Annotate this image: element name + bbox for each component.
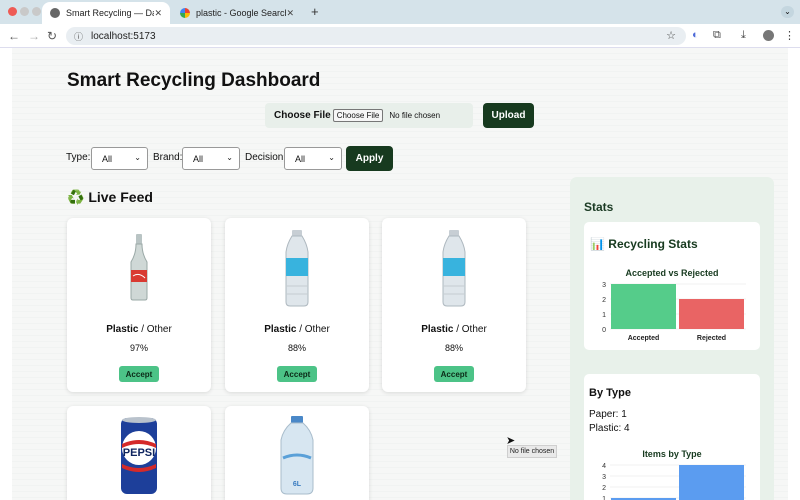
by-type-title: By Type bbox=[589, 387, 631, 399]
extensions-puzzle-icon[interactable]: ⧉ bbox=[713, 29, 721, 42]
decision-filter-value: All bbox=[295, 153, 306, 164]
window-minimize-control[interactable] bbox=[20, 7, 29, 16]
bookmark-star-icon[interactable]: ☆ bbox=[666, 29, 676, 42]
profile-avatar[interactable] bbox=[763, 30, 774, 41]
chevron-down-icon: ⌄ bbox=[134, 153, 141, 162]
upload-label: Choose File bbox=[274, 110, 331, 121]
pepsi-can-icon: PEPSI bbox=[121, 417, 157, 494]
accept-button[interactable]: Accept bbox=[277, 366, 317, 382]
card-brand: Other bbox=[304, 324, 330, 335]
y-tick-label: 2 bbox=[602, 485, 606, 492]
stats-title: Stats bbox=[584, 200, 614, 214]
live-feed-title: ♻️ Live Feed bbox=[67, 189, 153, 205]
forward-arrow-icon[interactable]: → bbox=[28, 29, 40, 43]
bottle-size-label: 6L bbox=[293, 481, 302, 488]
accept-button[interactable]: Accept bbox=[434, 366, 474, 382]
extension-icon[interactable]: ◐ bbox=[692, 29, 699, 41]
card-type: Plastic bbox=[421, 324, 454, 335]
accepted-vs-rejected-chart: Accepted vs Rejected 3 2 1 0 Accepted Rejected bbox=[602, 268, 746, 342]
brand-filter-select[interactable]: All ⌄ bbox=[182, 147, 240, 170]
chart-title: Accepted vs Rejected bbox=[625, 268, 718, 278]
tab-search-chevron-icon[interactable]: ⌄ bbox=[781, 6, 794, 18]
tab-google-search[interactable]: plastic - Google Search ✕ bbox=[172, 2, 302, 24]
type-filter-select[interactable]: All ⌄ bbox=[91, 147, 148, 170]
download-icon[interactable]: ⤓ bbox=[741, 29, 746, 42]
more-menu-icon[interactable]: ⋮ bbox=[784, 29, 795, 42]
file-upload-field: Choose File Choose File No file chosen bbox=[265, 103, 473, 128]
y-tick-label: 1 bbox=[602, 312, 606, 319]
page-right-gutter bbox=[788, 48, 800, 500]
apply-filters-button[interactable]: Apply bbox=[346, 146, 393, 171]
recycling-stats-title: 📊 Recycling Stats bbox=[590, 237, 698, 251]
feed-card: 6L bbox=[225, 406, 369, 500]
card-confidence: 88% bbox=[444, 343, 463, 353]
google-icon bbox=[180, 8, 190, 18]
close-tab-icon[interactable]: ✕ bbox=[154, 8, 162, 19]
feed-card: Plastic / Other 88% Accept bbox=[225, 218, 369, 392]
y-tick-label: 1 bbox=[602, 496, 606, 500]
page-title: Smart Recycling Dashboard bbox=[67, 70, 321, 91]
y-tick-label: 3 bbox=[602, 282, 606, 289]
decision-filter-select[interactable]: All ⌄ bbox=[284, 147, 342, 170]
brand-filter-value: All bbox=[193, 153, 204, 164]
water-bottle-icon bbox=[442, 230, 466, 307]
card-classification: Plastic / Other bbox=[264, 324, 330, 335]
glass-bottle-icon bbox=[130, 234, 148, 301]
type-filter-label: Type: bbox=[66, 152, 91, 163]
y-tick-label: 4 bbox=[602, 463, 606, 470]
chevron-down-icon: ⌄ bbox=[226, 153, 233, 162]
pepsi-label: PEPSI bbox=[123, 447, 155, 459]
globe-icon bbox=[50, 8, 60, 18]
card-type: Plastic bbox=[106, 324, 139, 335]
water-bottle-icon bbox=[285, 230, 309, 307]
card-classification: Plastic / Other bbox=[106, 324, 172, 335]
tab-smart-recycling[interactable]: Smart Recycling — Dashboard ✕ bbox=[42, 2, 170, 24]
card-type: Plastic bbox=[264, 324, 297, 335]
type-count-paper: Paper: 1 bbox=[589, 409, 627, 420]
site-info-icon[interactable]: ⓘ bbox=[74, 30, 83, 43]
feed-card: PEPSI bbox=[67, 406, 211, 500]
card-confidence: 97% bbox=[129, 343, 148, 353]
url-text: localhost:5173 bbox=[91, 30, 156, 42]
page-left-gutter bbox=[0, 48, 12, 500]
new-tab-button[interactable]: + bbox=[311, 4, 319, 19]
browser-toolbar: ← → ↻ ⓘ localhost:5173 ☆ ◐ ⧉ ⤓ ⋮ bbox=[0, 24, 800, 48]
chart-title: Items by Type bbox=[642, 449, 701, 459]
type-count-plastic: Plastic: 4 bbox=[589, 423, 630, 434]
file-input-tooltip: No file chosen bbox=[507, 445, 557, 458]
window-close-control[interactable] bbox=[8, 7, 17, 16]
card-brand: Other bbox=[146, 324, 172, 335]
reload-icon[interactable]: ↻ bbox=[47, 29, 57, 43]
accept-button[interactable]: Accept bbox=[119, 366, 159, 382]
choose-file-button[interactable]: Choose File bbox=[332, 109, 384, 122]
card-classification: Plastic / Other bbox=[421, 324, 487, 335]
y-tick-label: 2 bbox=[602, 297, 606, 304]
browser-tab-strip: Smart Recycling — Dashboard ✕ plastic - … bbox=[0, 0, 800, 24]
chart-bar-rejected bbox=[679, 299, 744, 329]
x-tick-label: Accepted bbox=[628, 335, 660, 342]
upload-button[interactable]: Upload bbox=[483, 103, 534, 128]
tab-title: plastic - Google Search bbox=[196, 8, 287, 18]
chart-bar-accepted bbox=[611, 284, 676, 329]
type-filter-value: All bbox=[102, 153, 113, 164]
decision-filter-label: Decision: bbox=[245, 152, 287, 163]
chart-bar-plastic bbox=[679, 465, 744, 500]
chevron-down-icon: ⌄ bbox=[328, 153, 335, 162]
card-confidence: 88% bbox=[287, 343, 306, 353]
feed-card: Plastic / Other 88% Accept bbox=[382, 218, 526, 392]
brand-filter-label: Brand: bbox=[153, 152, 183, 163]
y-tick-label: 3 bbox=[602, 474, 606, 481]
file-status-text: No file chosen bbox=[389, 111, 441, 120]
address-bar[interactable]: ⓘ localhost:5173 ☆ bbox=[66, 27, 686, 45]
close-tab-icon[interactable]: ✕ bbox=[286, 8, 294, 19]
feed-card: Plastic / Other 97% Accept bbox=[67, 218, 211, 392]
large-water-bottle-icon: 6L bbox=[280, 416, 314, 495]
back-arrow-icon[interactable]: ← bbox=[8, 29, 20, 43]
card-brand: Other bbox=[461, 324, 487, 335]
tab-title: Smart Recycling — Dashboard bbox=[66, 8, 154, 18]
window-zoom-control[interactable] bbox=[32, 7, 41, 16]
x-tick-label: Rejected bbox=[697, 335, 726, 342]
items-by-type-chart: Items by Type 4 3 2 1 bbox=[602, 449, 746, 500]
y-tick-label: 0 bbox=[602, 327, 606, 334]
